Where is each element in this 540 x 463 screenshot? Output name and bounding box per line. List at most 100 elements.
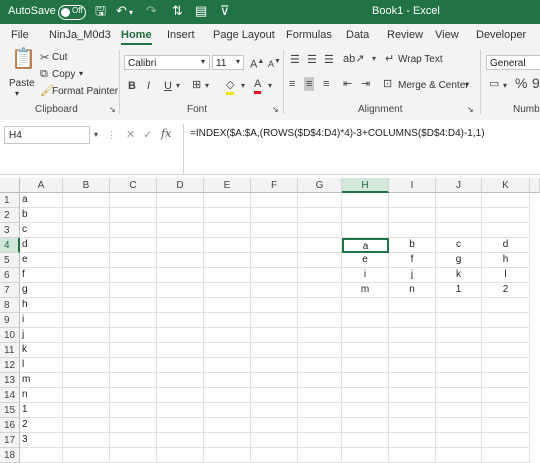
cell-k3[interactable] bbox=[482, 223, 530, 238]
row-header-8[interactable]: 8 bbox=[0, 298, 20, 313]
cell-h18[interactable] bbox=[342, 448, 389, 463]
cell-f12[interactable] bbox=[251, 358, 298, 373]
cell-i2[interactable] bbox=[389, 208, 436, 223]
cell-i4[interactable]: b bbox=[389, 238, 436, 253]
tab-file[interactable]: File bbox=[11, 29, 29, 41]
cell-h15[interactable] bbox=[342, 403, 389, 418]
cell-g3[interactable] bbox=[298, 223, 342, 238]
borders-dropdown-icon[interactable]: ▾ bbox=[205, 79, 209, 93]
cell-e6[interactable] bbox=[204, 268, 251, 283]
sort-ascending-icon[interactable]: ⇅ bbox=[172, 4, 183, 18]
cell-h1[interactable] bbox=[342, 193, 389, 208]
cell-b4[interactable] bbox=[63, 238, 110, 253]
copy-button[interactable]: Copy bbox=[52, 69, 75, 80]
cell-c2[interactable] bbox=[110, 208, 157, 223]
cell-g6[interactable] bbox=[298, 268, 342, 283]
cell-a17[interactable]: 3 bbox=[20, 433, 63, 448]
row-header-1[interactable]: 1 bbox=[0, 193, 20, 208]
column-header-d[interactable]: D bbox=[157, 178, 204, 193]
cell-c3[interactable] bbox=[110, 223, 157, 238]
cell-h10[interactable] bbox=[342, 328, 389, 343]
column-header-c[interactable]: C bbox=[110, 178, 157, 193]
cell-k12[interactable] bbox=[482, 358, 530, 373]
cell-e3[interactable] bbox=[204, 223, 251, 238]
cell-e12[interactable] bbox=[204, 358, 251, 373]
cell-f11[interactable] bbox=[251, 343, 298, 358]
align-right-icon[interactable]: ≡ bbox=[323, 77, 329, 91]
cell-h9[interactable] bbox=[342, 313, 389, 328]
cell-j15[interactable] bbox=[436, 403, 482, 418]
save-icon[interactable]: 🖫 bbox=[95, 4, 106, 18]
cell-j6[interactable]: k bbox=[436, 268, 482, 283]
cell-d13[interactable] bbox=[157, 373, 204, 388]
cell-i10[interactable] bbox=[389, 328, 436, 343]
paste-button[interactable]: Paste bbox=[9, 78, 35, 89]
cell-k9[interactable] bbox=[482, 313, 530, 328]
cell-e8[interactable] bbox=[204, 298, 251, 313]
tab-review[interactable]: Review bbox=[387, 29, 423, 41]
cell-b15[interactable] bbox=[63, 403, 110, 418]
cell-a6[interactable]: f bbox=[20, 268, 63, 283]
column-header-a[interactable]: A bbox=[20, 178, 63, 193]
orientation-dropdown-icon[interactable]: ▾ bbox=[372, 52, 376, 66]
cell-g9[interactable] bbox=[298, 313, 342, 328]
percent-style-button[interactable]: % bbox=[515, 76, 527, 90]
row-header-15[interactable]: 15 bbox=[0, 403, 20, 418]
cell-e18[interactable] bbox=[204, 448, 251, 463]
cell-k8[interactable] bbox=[482, 298, 530, 313]
enter-icon[interactable]: ✓ bbox=[143, 128, 152, 142]
row-header-16[interactable]: 16 bbox=[0, 418, 20, 433]
cell-i5[interactable]: f bbox=[389, 253, 436, 268]
cell-h13[interactable] bbox=[342, 373, 389, 388]
cell-i3[interactable] bbox=[389, 223, 436, 238]
underline-dropdown-icon[interactable]: ▾ bbox=[176, 79, 180, 93]
redo-icon[interactable]: ↷ bbox=[146, 4, 157, 18]
cell-c17[interactable] bbox=[110, 433, 157, 448]
cell-i14[interactable] bbox=[389, 388, 436, 403]
insert-function-icon[interactable]: fx bbox=[161, 127, 171, 141]
cell-a9[interactable]: i bbox=[20, 313, 63, 328]
cell-d4[interactable] bbox=[157, 238, 204, 253]
cell-b3[interactable] bbox=[63, 223, 110, 238]
cell-d11[interactable] bbox=[157, 343, 204, 358]
cell-j16[interactable] bbox=[436, 418, 482, 433]
print-preview-icon[interactable]: ▤ bbox=[195, 4, 207, 18]
cell-a1[interactable]: a bbox=[20, 193, 63, 208]
cell-d2[interactable] bbox=[157, 208, 204, 223]
row-header-3[interactable]: 3 bbox=[0, 223, 20, 238]
row-header-14[interactable]: 14 bbox=[0, 388, 20, 403]
customize-toolbar-icon[interactable]: ⊽ bbox=[220, 4, 230, 18]
cell-j4[interactable]: c bbox=[436, 238, 482, 253]
cell-k14[interactable] bbox=[482, 388, 530, 403]
middle-align-icon[interactable]: ☰ bbox=[307, 53, 317, 67]
cell-h4[interactable]: a bbox=[342, 238, 389, 253]
row-header-10[interactable]: 10 bbox=[0, 328, 20, 343]
cell-d5[interactable] bbox=[157, 253, 204, 268]
align-center-icon[interactable]: ≡ bbox=[304, 77, 315, 91]
cell-e9[interactable] bbox=[204, 313, 251, 328]
column-header-i[interactable]: I bbox=[389, 178, 436, 193]
clipboard-launcher-icon[interactable]: ↘ bbox=[109, 105, 116, 114]
merge-center-button[interactable]: Merge & Center bbox=[398, 80, 469, 91]
cell-d15[interactable] bbox=[157, 403, 204, 418]
cell-a18[interactable] bbox=[20, 448, 63, 463]
cell-j12[interactable] bbox=[436, 358, 482, 373]
select-all-corner[interactable] bbox=[0, 178, 20, 193]
cell-g11[interactable] bbox=[298, 343, 342, 358]
decrease-font-icon[interactable]: A▼ bbox=[268, 55, 281, 71]
cell-h11[interactable] bbox=[342, 343, 389, 358]
cell-c7[interactable] bbox=[110, 283, 157, 298]
cell-k6[interactable]: l bbox=[482, 268, 530, 283]
cell-f6[interactable] bbox=[251, 268, 298, 283]
cell-h8[interactable] bbox=[342, 298, 389, 313]
font-name-dropdown[interactable]: Calibri bbox=[124, 55, 210, 70]
cell-d18[interactable] bbox=[157, 448, 204, 463]
cell-e11[interactable] bbox=[204, 343, 251, 358]
cell-f14[interactable] bbox=[251, 388, 298, 403]
cell-f13[interactable] bbox=[251, 373, 298, 388]
cell-b12[interactable] bbox=[63, 358, 110, 373]
cell-a5[interactable]: e bbox=[20, 253, 63, 268]
format-painter-button[interactable]: Format Painter bbox=[52, 86, 118, 97]
cell-a11[interactable]: k bbox=[20, 343, 63, 358]
cell-j17[interactable] bbox=[436, 433, 482, 448]
